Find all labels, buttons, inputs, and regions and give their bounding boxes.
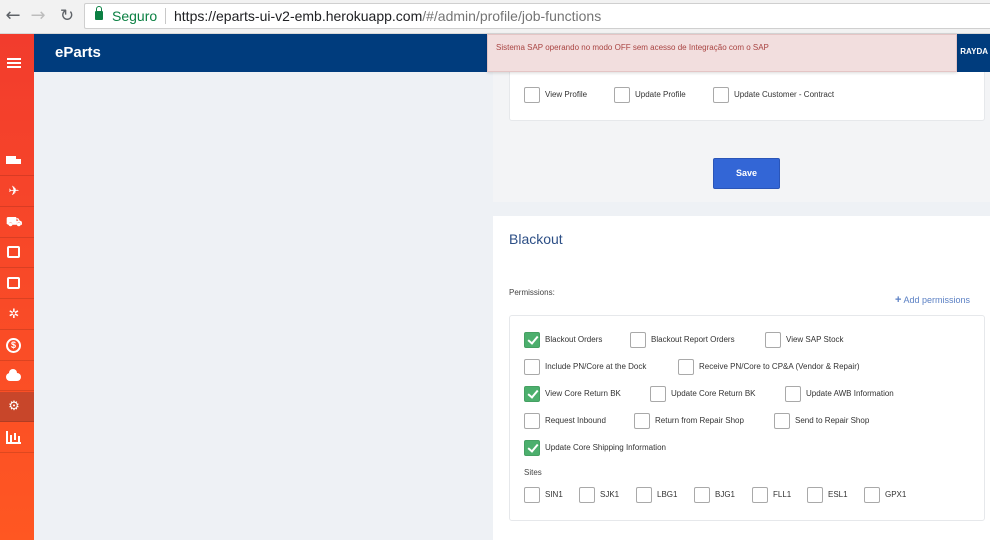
checkbox-box[interactable] [614, 87, 630, 103]
checkbox-box[interactable] [678, 359, 694, 375]
checkbox-label: Update Profile [635, 90, 686, 99]
checkbox-box[interactable] [524, 413, 540, 429]
checkbox-label: Update Customer - Contract [734, 90, 835, 99]
truck-icon [6, 156, 21, 164]
url-separator [165, 8, 166, 24]
checkbox-label: ESL1 [828, 490, 848, 499]
panel-title: Blackout [509, 231, 563, 247]
checkbox-label: GPX1 [885, 490, 907, 499]
checkbox-box[interactable] [765, 332, 781, 348]
checkbox-box[interactable] [636, 487, 652, 503]
sidebar-item-cloud[interactable] [0, 361, 34, 391]
sidebar-item-reports[interactable] [0, 423, 34, 453]
checkbox-label: Send to Repair Shop [795, 416, 870, 425]
checkbox-box[interactable] [864, 487, 880, 503]
checkbox-box[interactable] [713, 87, 729, 103]
address-bar[interactable]: Seguro https://eparts-ui-v2-emb.herokuap… [84, 3, 990, 29]
sidebar-item-network[interactable]: ✲ [0, 300, 34, 330]
url-host: https://eparts-ui-v2-emb.herokuapp.com [174, 8, 423, 24]
checkbox-label: Include PN/Core at the Dock [545, 362, 647, 371]
checkbox-box[interactable] [785, 386, 801, 402]
checkbox-box[interactable] [807, 487, 823, 503]
checkbox-label: LBG1 [657, 490, 678, 499]
sidebar-item-flights[interactable]: ✈ [0, 177, 34, 207]
checkbox-box[interactable] [579, 487, 595, 503]
sidebar-item-packages[interactable] [0, 269, 34, 299]
cart-icon: ⛟ [6, 215, 23, 230]
hamburger-menu-icon[interactable] [7, 58, 21, 68]
reload-icon[interactable]: ↻ [56, 5, 78, 27]
sites-label: Sites [524, 468, 542, 477]
checkbox-label: Blackout Orders [545, 335, 603, 344]
add-permissions-link[interactable]: + Add permissions [895, 294, 970, 306]
sidebar-item-documents[interactable] [0, 238, 34, 268]
url-path: /#/admin/profile/job-functions [422, 8, 602, 24]
sidebar-item-logistics[interactable] [0, 146, 34, 176]
url-text[interactable]: https://eparts-ui-v2-emb.herokuapp.com/#… [174, 8, 601, 24]
checkbox-box[interactable] [630, 332, 646, 348]
checkbox-label: Request Inbound [545, 416, 606, 425]
checkbox-box[interactable] [524, 386, 540, 402]
permissions-label: Permissions: [509, 288, 555, 297]
checkbox-box[interactable] [524, 487, 540, 503]
box-icon [7, 277, 20, 289]
network-icon: ✲ [8, 307, 20, 322]
checkbox-box[interactable] [694, 487, 710, 503]
plane-icon: ✈ [8, 184, 20, 199]
cloud-icon [6, 369, 21, 381]
checkbox-box[interactable] [774, 413, 790, 429]
app-logo[interactable]: eParts [55, 44, 101, 61]
secure-label: Seguro [112, 8, 158, 24]
checkbox-box[interactable] [524, 440, 540, 456]
checkbox-label: Blackout Report Orders [651, 335, 735, 344]
back-arrow-icon[interactable]: ← [2, 5, 24, 27]
save-button[interactable]: Save [713, 158, 780, 189]
alert-message: Sistema SAP operando no modo OFF sem ace… [496, 43, 769, 52]
sidebar: ✈ ⛟ ✲ $ ⚙ [0, 34, 34, 540]
browser-toolbar: ← → ↻ Seguro https://eparts-ui-v2-emb.he… [0, 0, 990, 34]
plus-icon: + [895, 294, 902, 306]
add-permissions-label: Add permissions [903, 295, 970, 305]
sidebar-item-orders[interactable]: ⛟ [0, 208, 34, 238]
checkbox-box[interactable] [752, 487, 768, 503]
forward-arrow-icon[interactable]: → [27, 5, 49, 27]
checkbox-label: View SAP Stock [786, 335, 844, 344]
checkbox-label: Return from Repair Shop [655, 416, 744, 425]
checkbox-box[interactable] [524, 87, 540, 103]
bar-chart-icon [6, 431, 21, 444]
checkbox-label: SJK1 [600, 490, 620, 499]
checkbox-box[interactable] [524, 332, 540, 348]
checkbox-box[interactable] [524, 359, 540, 375]
checkbox-label: View Core Return BK [545, 389, 621, 398]
checkbox-label: Update Core Return BK [671, 389, 756, 398]
dollar-icon: $ [6, 338, 21, 353]
sidebar-item-finance[interactable]: $ [0, 331, 34, 361]
checkbox-label: BJG1 [715, 490, 736, 499]
lock-icon [95, 6, 103, 20]
document-icon [7, 246, 20, 258]
checkbox-label: Update Core Shipping Information [545, 443, 666, 452]
sap-offline-alert: Sistema SAP operando no modo OFF sem ace… [487, 34, 957, 72]
checkbox-label: Receive PN/Core to CP&A (Vendor & Repair… [699, 362, 860, 371]
cogs-icon: ⚙ [8, 399, 20, 414]
checkbox-label: SIN1 [545, 490, 563, 499]
sidebar-item-admin[interactable]: ⚙ [0, 392, 34, 422]
user-name[interactable]: RAYDA [960, 47, 988, 56]
checkbox-box[interactable] [650, 386, 666, 402]
checkbox-label: FLL1 [773, 490, 792, 499]
checkbox-label: View Profile [545, 90, 588, 99]
checkbox-label: Update AWB Information [806, 389, 894, 398]
checkbox-box[interactable] [634, 413, 650, 429]
